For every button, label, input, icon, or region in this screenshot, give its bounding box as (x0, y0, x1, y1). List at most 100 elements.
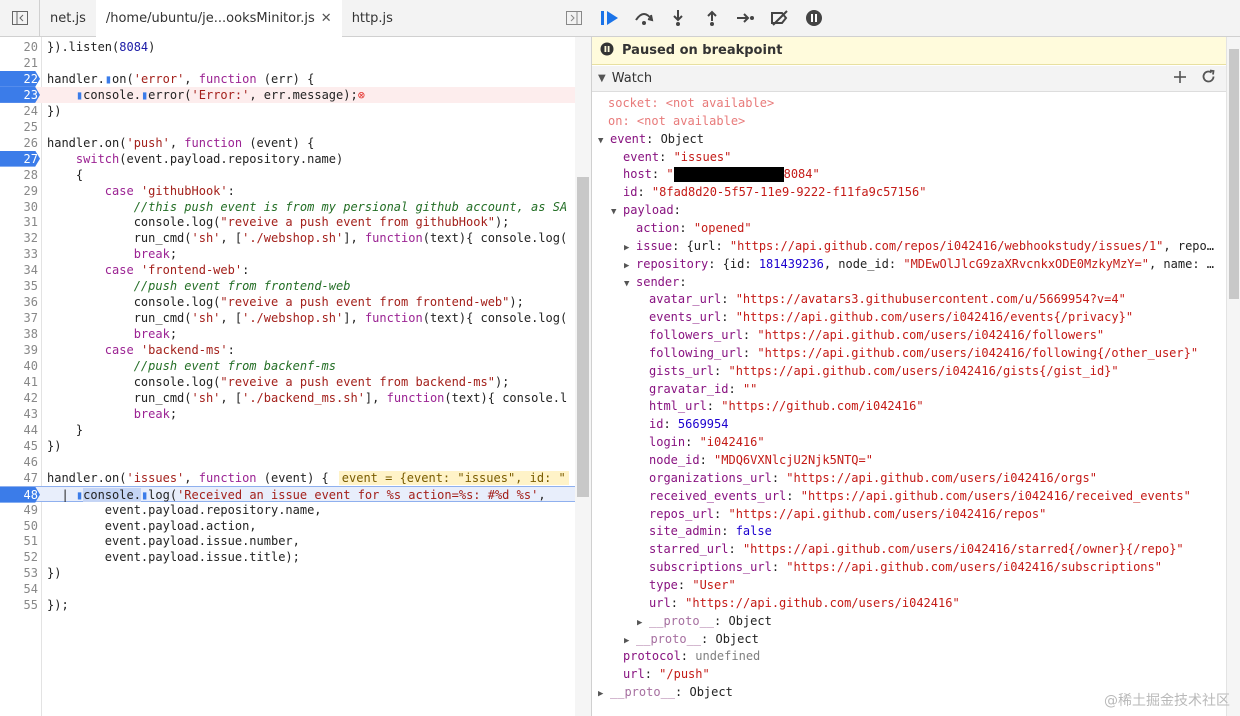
step-out-icon[interactable] (702, 8, 722, 28)
code-text: }); (47, 598, 69, 613)
collapsed-arrow-icon[interactable]: ▶ (637, 614, 649, 630)
tab-webhooks-monitor-js[interactable]: /home/ubuntu/je...ooksMinitor.js ✕ (95, 0, 342, 37)
watch-row[interactable]: ▼ sender: (592, 273, 687, 291)
line-number[interactable]: 44 (0, 422, 38, 438)
paused-banner: Paused on breakpoint (592, 37, 1226, 65)
code-line: 29 case 'githubHook': (0, 183, 576, 199)
toggle-navigator-icon[interactable] (0, 0, 40, 37)
line-number[interactable]: 47 (0, 470, 38, 486)
line-number[interactable]: 35 (0, 278, 38, 294)
tab-label: /home/ubuntu/je...ooksMinitor.js (105, 10, 315, 26)
watch-section-header[interactable]: ▼ Watch (592, 66, 1226, 92)
line-number[interactable]: 31 (0, 214, 38, 230)
close-tab-icon[interactable]: ✕ (321, 11, 332, 26)
watch-value: repos_url: "https://api.github.com/users… (649, 506, 1047, 521)
add-watch-icon[interactable] (1173, 70, 1187, 88)
editor-scrollbar[interactable] (575, 37, 591, 716)
line-number[interactable]: 25 (0, 119, 38, 135)
line-number[interactable]: 20 (0, 39, 38, 55)
code-line: 31 console.log("reveive a push event fro… (0, 214, 576, 230)
breakpoint-marker[interactable]: 27 (0, 150, 40, 167)
line-number[interactable]: 54 (0, 581, 38, 597)
line-number[interactable]: 39 (0, 342, 38, 358)
code-line: 43 break; (0, 406, 576, 422)
tab-net-js[interactable]: net.js (40, 0, 96, 37)
line-number[interactable]: 55 (0, 597, 38, 613)
line-number[interactable]: 41 (0, 374, 38, 390)
watch-value: gists_url: "https://api.github.com/users… (649, 363, 1119, 378)
line-number[interactable]: 37 (0, 310, 38, 326)
scrollbar-thumb[interactable] (1229, 49, 1239, 299)
line-number[interactable]: 46 (0, 454, 38, 470)
collapsed-arrow-icon[interactable]: ▶ (624, 257, 636, 273)
line-number[interactable]: 34 (0, 262, 38, 278)
watch-row: on: <not available> (592, 112, 745, 130)
line-number[interactable]: 28 (0, 167, 38, 183)
pause-on-exceptions-icon[interactable] (804, 8, 824, 28)
step-over-icon[interactable] (634, 8, 654, 28)
line-number[interactable]: 33 (0, 246, 38, 262)
watch-row[interactable]: ▶ __proto__: Object (592, 630, 759, 648)
code-line: 25 (0, 119, 576, 135)
line-number[interactable]: 52 (0, 549, 38, 565)
line-number[interactable]: 42 (0, 390, 38, 406)
line-number[interactable]: 38 (0, 326, 38, 342)
breakpoint-marker[interactable]: 23 (0, 86, 40, 103)
tab-http-js[interactable]: http.js (342, 0, 403, 37)
expanded-arrow-icon[interactable]: ▼ (598, 132, 610, 148)
watch-value: avatar_url: "https://avatars3.githubuser… (649, 292, 1126, 307)
debugger-scrollbar[interactable] (1226, 37, 1240, 716)
line-number[interactable]: 50 (0, 518, 38, 534)
scrollbar-thumb[interactable] (577, 177, 589, 497)
watch-row[interactable]: ▼ event: Object (592, 130, 704, 148)
watch-row[interactable]: ▶ __proto__: Object (592, 612, 772, 630)
watch-row[interactable]: ▶ __proto__: Object (592, 683, 733, 701)
line-number[interactable]: 24 (0, 103, 38, 119)
collapsed-arrow-icon[interactable]: ▶ (624, 239, 636, 255)
line-number[interactable]: 53 (0, 565, 38, 581)
watch-row: following_url: "https://api.github.com/u… (592, 344, 1198, 362)
line-number[interactable]: 51 (0, 533, 38, 549)
code-editor[interactable]: 20}).listen(8084) 21 22 handler.▮on('error'… (0, 37, 592, 716)
breakpoint-marker[interactable]: 22 (0, 70, 40, 87)
refresh-watch-icon[interactable] (1201, 69, 1216, 88)
resume-icon[interactable] (600, 8, 620, 28)
tab-label: http.js (351, 10, 393, 26)
line-number[interactable]: 49 (0, 502, 38, 518)
line-number[interactable]: 43 (0, 406, 38, 422)
code-text: }) (47, 566, 62, 581)
line-number[interactable]: 32 (0, 230, 38, 246)
step-icon[interactable] (736, 8, 756, 28)
code-line: 42 run_cmd('sh', ['./backend_ms.sh'], fu… (0, 390, 576, 406)
line-number[interactable]: 36 (0, 294, 38, 310)
line-number[interactable]: 45 (0, 438, 38, 454)
watch-value: host: " 8084" (623, 167, 820, 183)
toggle-debugger-icon[interactable] (556, 0, 592, 37)
expanded-arrow-icon[interactable]: ▼ (611, 203, 623, 219)
watch-value: url: "/push" (623, 667, 710, 682)
line-number[interactable]: 21 (0, 55, 38, 71)
watch-row[interactable]: ▶ issue: {url: "https://api.github.com/re… (592, 237, 1214, 255)
code-text: handler.on('push', function (event) { (47, 135, 315, 150)
line-number[interactable]: 29 (0, 183, 38, 199)
watch-row: url: "https://api.github.com/users/i0424… (592, 594, 960, 612)
code-line: 52 event.payload.issue.title); (0, 549, 576, 565)
watch-row[interactable]: ▶ repository: {id: 181439236, node_id: "M… (592, 255, 1214, 273)
step-into-icon[interactable] (668, 8, 688, 28)
watch-value: repository: {id: 181439236, node_id: "MD… (636, 256, 1215, 271)
breakpoint-marker[interactable]: 48 (0, 486, 40, 503)
line-number[interactable]: 30 (0, 199, 38, 215)
collapsed-arrow-icon[interactable]: ▶ (624, 632, 636, 648)
code-line: 22 handler.▮on('error', function (err) { (0, 70, 576, 87)
code-text: handler.on('issues', function (event) {e… (47, 470, 569, 486)
line-number[interactable]: 26 (0, 135, 38, 151)
watch-value: protocol: undefined (623, 649, 761, 664)
code-text: //this push event is from my persional g… (133, 199, 568, 214)
expanded-arrow-icon[interactable]: ▼ (624, 275, 636, 291)
line-number[interactable]: 40 (0, 358, 38, 374)
watch-value: socket: <not available> (608, 96, 775, 110)
deactivate-breakpoints-icon[interactable] (770, 8, 790, 28)
collapsed-arrow-icon[interactable]: ▶ (598, 685, 610, 701)
watch-row[interactable]: ▼ payload: (592, 201, 681, 219)
watch-value: login: "i042416" (649, 435, 765, 450)
